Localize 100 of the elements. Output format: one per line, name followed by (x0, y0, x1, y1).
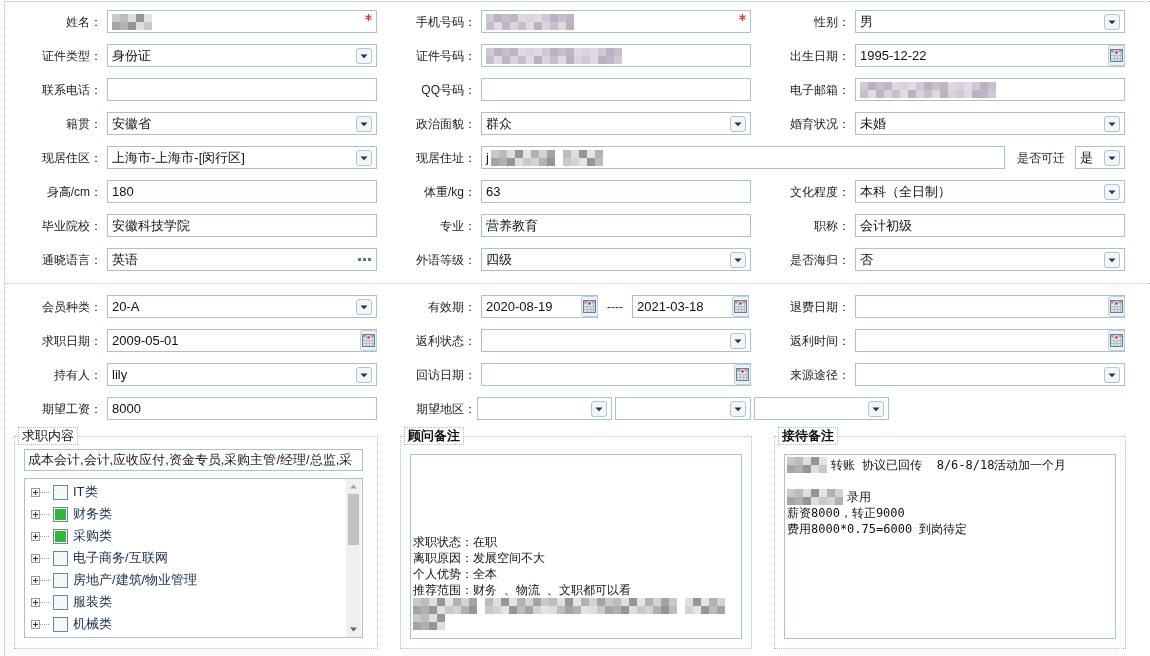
checkbox[interactable] (53, 528, 68, 544)
text-field[interactable]: 180 (107, 180, 377, 203)
text-field[interactable]: 63 (481, 180, 751, 203)
caret-icon[interactable] (1104, 149, 1120, 166)
plus-icon[interactable] (31, 575, 40, 585)
field-label: 籍贯： (66, 115, 102, 133)
scrollbar-thumb[interactable] (348, 494, 359, 545)
tree-item-label[interactable]: 财务类 (73, 504, 112, 524)
note-line: 薪资8000，转正9000 (787, 505, 905, 521)
checkbox[interactable] (53, 572, 68, 588)
text-field[interactable]: 营养教育 (481, 214, 751, 237)
select-field[interactable]: 四级 (481, 248, 751, 271)
tree-item-label[interactable]: 房地产/建筑/物业管理 (73, 570, 198, 590)
caret-icon[interactable] (868, 400, 884, 417)
checkbox[interactable] (53, 594, 68, 610)
calendar-icon[interactable] (732, 296, 749, 317)
scrollbar[interactable] (346, 479, 361, 637)
caret-icon[interactable] (730, 332, 746, 349)
select-field[interactable]: 未婚 (855, 112, 1125, 135)
picker-field[interactable]: 英语 (107, 248, 377, 271)
select-field[interactable]: 是 (1075, 146, 1125, 169)
caret-icon[interactable] (1104, 251, 1120, 268)
text-field[interactable] (481, 10, 751, 33)
date-field[interactable] (855, 329, 1125, 352)
select-field[interactable]: 上海市-上海市-[闵行区] (107, 146, 377, 169)
caret-icon[interactable] (1104, 115, 1120, 132)
checkbox[interactable] (53, 484, 68, 500)
date-field[interactable] (481, 363, 751, 386)
field-label: 回访日期： (416, 366, 476, 384)
text-field[interactable]: 8000 (107, 397, 377, 420)
plus-icon[interactable] (31, 597, 40, 607)
text-field[interactable] (481, 78, 751, 101)
caret-icon[interactable] (730, 251, 746, 268)
select-field[interactable]: 否 (855, 248, 1125, 271)
select-field[interactable]: 本科（全日制） (855, 180, 1125, 203)
note-line: 求职状态：在职 (413, 534, 497, 550)
plus-icon[interactable] (31, 619, 40, 629)
calendar-icon[interactable] (360, 330, 377, 351)
note-line: 个人优势：全本 (413, 566, 497, 582)
caret-icon[interactable] (1104, 13, 1120, 30)
calendar-icon[interactable] (1108, 330, 1125, 351)
select-field[interactable]: 20-A (107, 295, 377, 318)
summary-field[interactable]: 成本会计,会计,应收应付,资金专员,采购主管/经理/总监,采 (24, 449, 363, 471)
plus-icon[interactable] (31, 553, 40, 563)
select-field[interactable] (477, 397, 612, 420)
notes-textarea[interactable]: 求职状态：在职 离职原因：发展空间不大 个人优势：全本 推荐范围：财务 、物流 、文职都可以看 (410, 454, 742, 639)
select-field[interactable] (481, 329, 751, 352)
tree-item-label[interactable]: 服装类 (73, 592, 112, 612)
notes-textarea[interactable]: 转账 协议已回传 8/6-8/18活动加一个月 录用 薪资8000，转正9000 费用8000*0.75=6000 到岗待定 (784, 454, 1116, 639)
select-field[interactable]: 安徽省 (107, 112, 377, 135)
calendar-icon[interactable] (581, 296, 598, 317)
field-label: 外语等级： (416, 251, 476, 269)
plus-icon[interactable] (31, 509, 40, 519)
tree-item-label[interactable]: 采购类 (73, 526, 112, 546)
checkbox[interactable] (53, 616, 68, 632)
date-field[interactable]: 2020-08-19 (481, 295, 598, 318)
calendar-icon[interactable] (1108, 296, 1125, 317)
caret-icon[interactable] (356, 149, 372, 166)
calendar-icon[interactable] (734, 364, 751, 385)
field-label: 专业： (440, 217, 476, 235)
field-label: 性别： (814, 13, 850, 31)
caret-icon[interactable] (356, 47, 372, 64)
field-label: 文化程度： (790, 183, 850, 201)
text-field[interactable]: j (481, 146, 1005, 169)
field-label: 出生日期： (790, 47, 850, 65)
text-field[interactable]: 安徽科技学院 (107, 214, 377, 237)
text-field[interactable] (107, 78, 377, 101)
select-field[interactable]: 男 (855, 10, 1125, 33)
caret-icon[interactable] (591, 400, 607, 417)
plus-icon[interactable] (31, 531, 40, 541)
date-field[interactable]: 2009-05-01 (107, 329, 377, 352)
select-field[interactable] (615, 397, 751, 420)
date-field[interactable] (855, 295, 1125, 318)
field-label: 来源途径： (790, 366, 850, 384)
caret-icon[interactable] (730, 115, 746, 132)
select-field[interactable] (754, 397, 889, 420)
select-field[interactable] (855, 363, 1125, 386)
caret-icon[interactable] (730, 400, 746, 417)
text-field[interactable] (481, 44, 751, 67)
select-field[interactable]: 身份证 (107, 44, 377, 67)
tree-item-label[interactable]: IT类 (73, 482, 98, 502)
text-field[interactable] (855, 78, 1125, 101)
checkbox[interactable] (53, 550, 68, 566)
text-field[interactable]: 会计初级 (855, 214, 1125, 237)
date-field[interactable]: 2021-03-18 (632, 295, 749, 318)
caret-icon[interactable] (1104, 183, 1120, 200)
tree-item-label[interactable]: 电子商务/互联网 (73, 548, 168, 568)
checkbox[interactable] (53, 506, 68, 522)
calendar-icon[interactable] (1108, 45, 1125, 66)
ellipsis-icon[interactable] (358, 258, 371, 261)
tree-item-label[interactable]: 机械类 (73, 614, 112, 634)
caret-icon[interactable] (356, 366, 372, 383)
date-field[interactable]: 1995-12-22 (855, 44, 1125, 67)
caret-icon[interactable] (356, 298, 372, 315)
text-field[interactable] (107, 10, 377, 33)
caret-icon[interactable] (356, 115, 372, 132)
plus-icon[interactable] (31, 487, 40, 497)
caret-icon[interactable] (1104, 366, 1120, 383)
select-field[interactable]: 群众 (481, 112, 751, 135)
select-field[interactable]: lily (107, 363, 377, 386)
